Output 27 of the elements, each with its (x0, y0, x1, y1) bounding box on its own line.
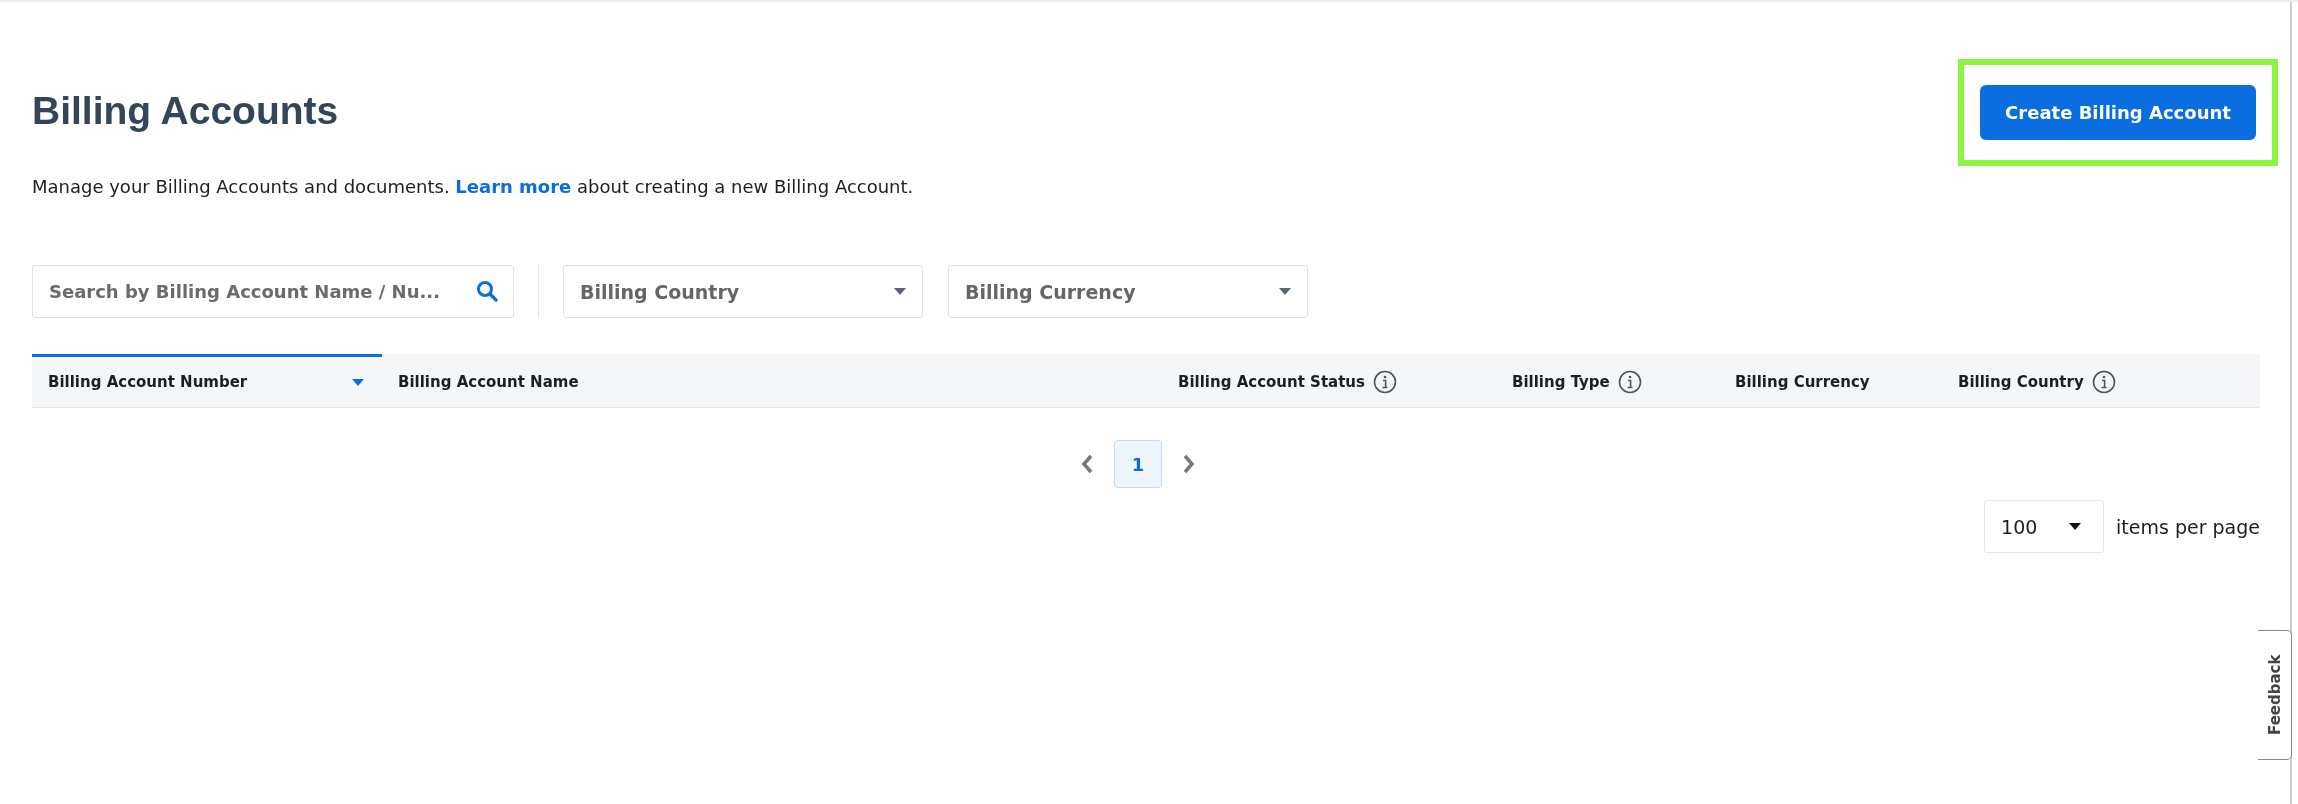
info-icon (1372, 370, 1397, 394)
previous-page-icon[interactable] (1080, 453, 1094, 475)
caret-icon (1279, 288, 1291, 295)
learn-more-link[interactable]: Learn more (455, 176, 572, 197)
filter-dropdown[interactable]: Billing Currency (948, 265, 1308, 318)
column-header[interactable]: Billing Account Name (382, 354, 1162, 407)
info-icon (2091, 370, 2116, 394)
info-icon (1617, 370, 1642, 394)
feedback-tab[interactable]: Feedback (2258, 630, 2292, 760)
create-billing-account-button[interactable]: Create Billing Account (1980, 85, 2256, 140)
next-page-icon[interactable] (1182, 453, 1196, 475)
per-page-dropdown[interactable]: 100 (1984, 500, 2105, 553)
page-description: Manage your Billing Accounts and documents. Learn more about creating a new Billing Account. (32, 176, 914, 197)
column-header[interactable]: Billing Account Number (32, 354, 382, 407)
search-icon (476, 280, 498, 302)
page-title: Billing Accounts (32, 88, 340, 134)
sort-caret-icon (352, 378, 364, 386)
per-page-label: items per page (2116, 515, 2260, 538)
filter-dropdown[interactable]: Billing Country (563, 265, 923, 318)
column-header[interactable]: Billing Type (1496, 354, 1719, 407)
column-header[interactable]: Billing Country (1942, 354, 2260, 407)
caret-icon (2069, 523, 2082, 530)
page-button[interactable]: 1 (1114, 440, 1162, 488)
column-header[interactable]: Billing Currency (1719, 354, 1942, 407)
column-header[interactable]: Billing Account Status (1162, 354, 1496, 407)
search-field[interactable]: Search by Billing Account Name / Nu... (32, 265, 514, 318)
caret-icon (894, 288, 906, 295)
